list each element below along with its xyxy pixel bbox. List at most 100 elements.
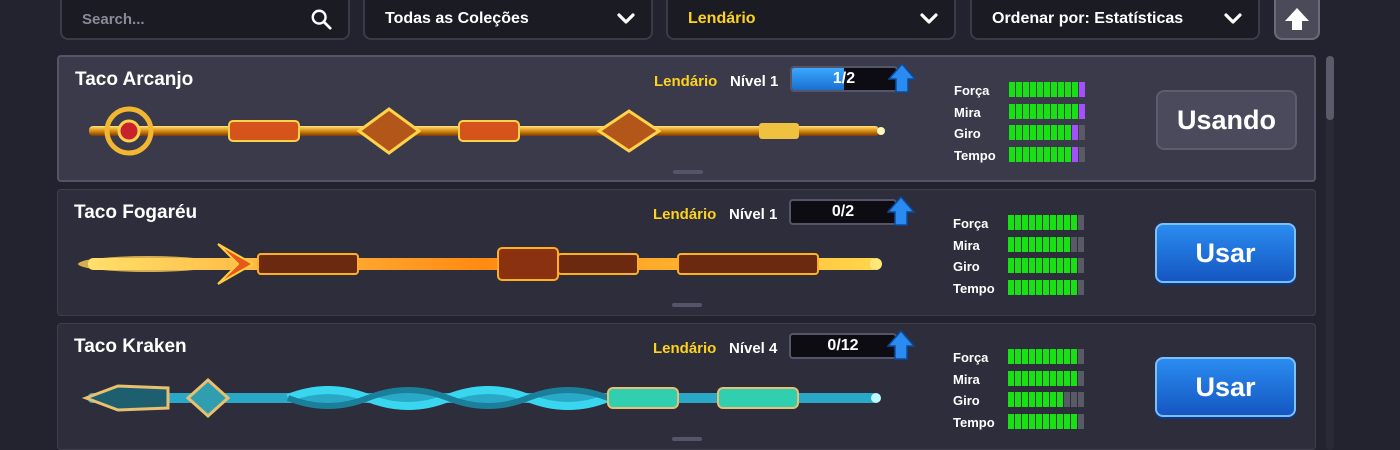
stat-segment [1064, 370, 1070, 386]
stat-segment [1071, 413, 1077, 429]
cue-card[interactable]: Taco Fogaréu Lendário Nível 1 0/2 Força … [57, 189, 1316, 316]
chevron-down-icon [1224, 13, 1242, 24]
stat-segment [1043, 236, 1049, 252]
stat-segment [1037, 103, 1043, 119]
stat-segment [1030, 103, 1036, 119]
stat-segment [1022, 279, 1028, 295]
stat-segment [1030, 125, 1036, 140]
chevron-down-icon [617, 13, 635, 24]
stat-segment [1071, 392, 1077, 407]
stat-segment [1078, 258, 1084, 273]
stat-segment [1057, 392, 1063, 407]
stat-segment [1008, 258, 1014, 273]
cue-image [89, 106, 885, 156]
stat-segment [1057, 413, 1063, 429]
stat-segment [1015, 258, 1021, 273]
collection-dropdown-label: Todas as Coleções [385, 10, 529, 27]
sort-dropdown[interactable]: Ordenar por: Estatísticas [970, 0, 1260, 40]
stat-segment [1009, 103, 1015, 119]
search-input[interactable]: Search... [60, 0, 350, 40]
stat-segment [1008, 279, 1014, 295]
stat-segment [1079, 82, 1085, 97]
stat-segment [1078, 215, 1084, 230]
stat-segment [1023, 146, 1029, 162]
stat-label: Mira [953, 371, 980, 387]
stat-segment [1023, 82, 1029, 97]
stat-segment [1029, 279, 1035, 295]
stat-segment [1071, 370, 1077, 386]
stat-segment [1064, 413, 1070, 429]
stat-segment [1037, 146, 1043, 162]
sort-dropdown-label: Ordenar por: Estatísticas [992, 10, 1184, 27]
stat-segment [1064, 349, 1070, 364]
stat-segment [1071, 215, 1077, 230]
stat-segment [1022, 413, 1028, 429]
stat-segment [1051, 146, 1057, 162]
stat-bar-mira [1008, 370, 1084, 386]
stat-segment [1029, 370, 1035, 386]
stat-segment [1016, 125, 1022, 140]
upgrade-arrow-icon[interactable] [887, 330, 915, 360]
level-label: Nível 1 [729, 206, 778, 223]
search-placeholder: Search... [82, 10, 145, 28]
sort-direction-button[interactable] [1274, 0, 1320, 40]
rarity-dropdown[interactable]: Lendário [666, 0, 956, 40]
stat-bar-mira [1008, 236, 1084, 252]
stat-segment [1057, 279, 1063, 295]
scrollbar[interactable] [1326, 56, 1334, 450]
stat-bar-giro [1009, 125, 1085, 140]
stat-segment [1064, 392, 1070, 407]
cue-card[interactable]: Taco Kraken Lendário Nível 4 0/12 Força … [57, 323, 1316, 450]
level-label: Nível 1 [730, 73, 779, 90]
using-button[interactable]: Usando [1156, 90, 1297, 150]
stat-segment [1009, 82, 1015, 97]
scrollbar-thumb[interactable] [1326, 56, 1334, 120]
stat-segment [1057, 370, 1063, 386]
stat-segment [1015, 215, 1021, 230]
cue-name: Taco Fogaréu [74, 202, 198, 223]
stat-label: Força [953, 350, 989, 365]
stat-segment [1078, 279, 1084, 295]
search-icon[interactable] [310, 8, 332, 30]
stat-segment [1064, 258, 1070, 273]
stat-segment [1016, 82, 1022, 97]
upgrade-arrow-icon[interactable] [888, 63, 916, 93]
upgrade-arrow-icon[interactable] [887, 196, 915, 226]
stat-segment [1022, 236, 1028, 252]
stat-segment [1015, 236, 1021, 252]
stat-bar-mira [1009, 103, 1085, 119]
stat-segment [1036, 349, 1042, 364]
top-toolbar: Search... Todas as Coleções Lendário Ord… [0, 0, 1400, 46]
stat-segment [1078, 236, 1084, 252]
stat-segment [1022, 215, 1028, 230]
stat-segment [1058, 103, 1064, 119]
cue-card[interactable]: Taco Arcanjo Lendário Nível 1 1/2 Força … [57, 55, 1316, 182]
rarity-label: Lendário [653, 206, 717, 223]
stat-label: Giro [954, 126, 981, 141]
collection-dropdown[interactable]: Todas as Coleções [363, 0, 653, 40]
card-drag-handle [672, 437, 702, 441]
use-button[interactable]: Usar [1155, 357, 1296, 417]
upgrade-progress-bar: 1/2 [790, 66, 898, 92]
stat-segment [1009, 146, 1015, 162]
stat-segment [1015, 392, 1021, 407]
stat-segment [1029, 215, 1035, 230]
card-drag-handle [672, 303, 702, 307]
stat-segment [1078, 392, 1084, 407]
stat-segment [1037, 125, 1043, 140]
stat-segment [1022, 392, 1028, 407]
stat-segment [1058, 82, 1064, 97]
use-button[interactable]: Usar [1155, 223, 1296, 283]
stat-segment [1008, 236, 1014, 252]
stat-label: Giro [953, 259, 980, 274]
stat-segment [1078, 370, 1084, 386]
card-drag-handle [673, 170, 703, 174]
stat-segment [1057, 236, 1063, 252]
stat-segment [1064, 279, 1070, 295]
stat-segment [1050, 279, 1056, 295]
stat-segment [1057, 215, 1063, 230]
stat-segment [1036, 413, 1042, 429]
stat-label: Tempo [953, 414, 995, 430]
stat-segment [1043, 279, 1049, 295]
stat-segment [1072, 82, 1078, 97]
